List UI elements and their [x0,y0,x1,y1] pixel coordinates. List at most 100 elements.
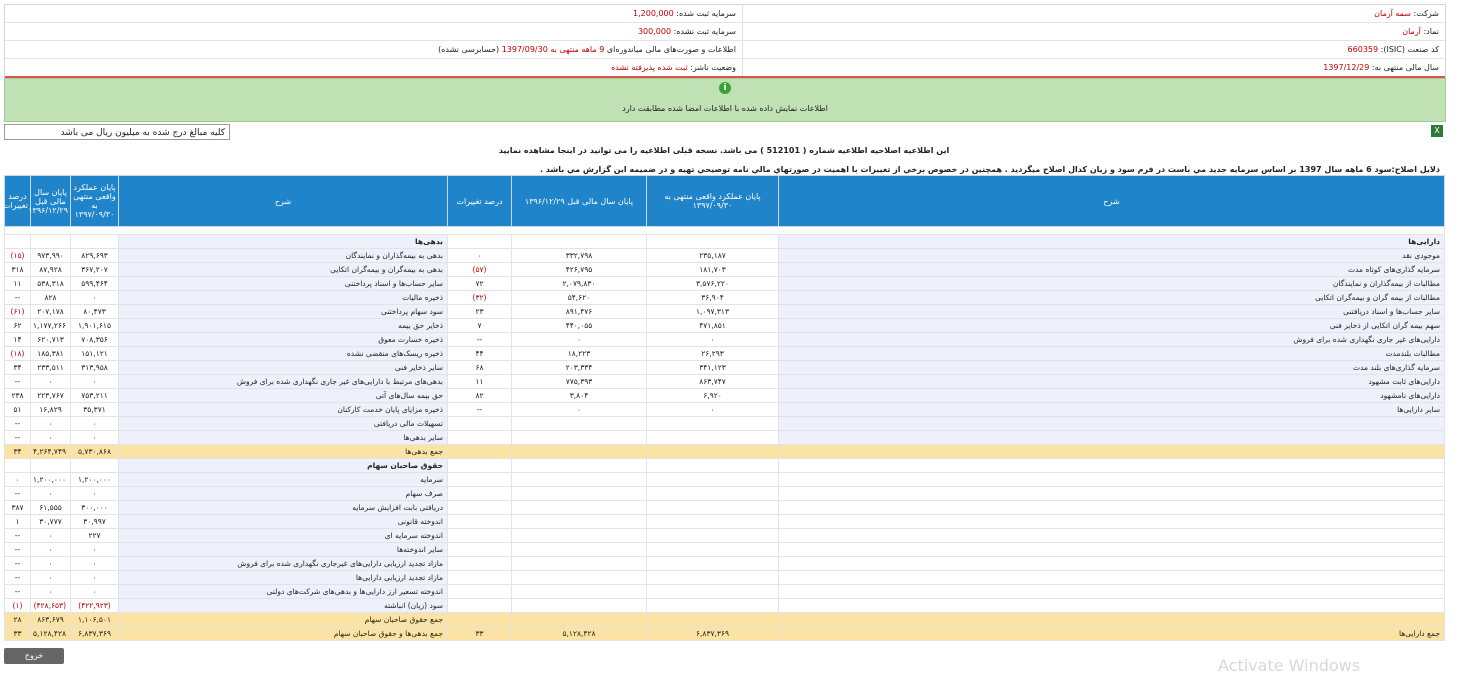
statement-suffix: (حسابرسی نشده) [438,45,500,54]
asset-label [778,528,1445,543]
table-row: سایر اندوخته‌ها ۰ ۰ -- [4,542,1445,557]
liability-current: ۳۰,۹۹۷ [70,514,119,529]
liability-label: صرف سهام [118,486,448,501]
exit-button[interactable]: خروج [4,648,64,664]
table-row: مطالبات بلندمدت ۲۶,۲۹۳ ۱۸,۲۲۳ ۴۴ ذخیره ریسک‌… [4,346,1445,361]
table-row: سرمایه گذاری‌های بلند مدت ۳۴۱,۱۲۳ ۲۰۳,۳۳۴ ۶… [4,360,1445,375]
asset-label: سایر حساب‌ها و اسناد دریافتنی [778,304,1445,319]
asset-label [778,514,1445,529]
liability-change: ۳۴ [4,444,31,459]
liability-label: اندوخته قانونی [118,514,448,529]
asset-change [447,416,512,431]
liability-label: سود سهام پرداختنی [118,304,448,319]
liability-previous: ۱۶,۸۲۹ [30,402,71,417]
info-icon: i [719,82,731,94]
asset-change: ۷۲ [447,276,512,291]
publisher-value: ثبت شده پذیرفته نشده [611,63,688,72]
table-row: مازاد تجدید ارزیابی دارایی‌ها ۰ ۰ -- [4,570,1445,585]
asset-previous [511,500,647,515]
table-row: جمع بدهی‌ها ۵,۷۳۰,۸۶۸ ۴,۲۶۴,۷۴۹ ۳۴ [4,444,1445,459]
liability-change: ۳۱۸ [4,262,31,277]
liability-previous: ۰ [30,542,71,557]
asset-change [447,612,512,627]
excel-export-icon[interactable]: X [1431,125,1443,137]
liability-label: ذخیره خسارت معوق [118,332,448,347]
liability-current: ۰ [70,584,119,599]
asset-change [447,570,512,585]
asset-label [778,458,1445,473]
liability-change: ۲۳۸ [4,388,31,403]
asset-previous: ۸۹۱,۴۷۶ [511,304,647,319]
liability-previous: ۳۰,۷۷۷ [30,514,71,529]
liability-label: بدهی‌های مرتبط با دارایی‌های غیر جاری نگ… [118,374,448,389]
asset-label: مطالبات بلندمدت [778,346,1445,361]
liability-current [70,234,119,249]
fiscal-year-label: سال مالی منتهی به: [1371,63,1439,72]
liability-change: -- [4,290,31,305]
liability-label: ذخیره مزایای پایان خدمت کارکنان [118,402,448,417]
table-row: سایر دارایی‌ها ۰ ۰ -- ذخیره مزایای پایان خدم… [4,402,1445,417]
capital-unregistered-value: 300,000 [637,27,672,36]
liability-label: بدهی‌ها [118,234,448,249]
liability-label: تسهیلات مالی دریافتی [118,416,448,431]
asset-previous: ۵,۱۲۸,۴۲۸ [511,626,647,641]
liability-previous: ۸۶۳,۶۷۹ [30,612,71,627]
liability-current: ۰ [70,416,119,431]
isic-value: 660359 [1347,45,1379,54]
liability-current: ۱۵۱,۱۲۱ [70,346,119,361]
asset-label [778,612,1445,627]
liability-change [4,234,31,249]
liability-current: ۶,۸۳۷,۳۶۹ [70,626,119,641]
liability-current: ۱,۲۰۰,۰۰۰ [70,472,119,487]
asset-previous: ۵۴,۶۲۰ [511,290,647,305]
correction-notice[interactable]: این اطلاعیه اصلاحیه اطلاعیه شماره ( 5121… [4,146,1444,155]
liability-current: ۱,۹۰۱,۶۱۵ [70,318,119,333]
table-row: مطالبات از بیمه گران و بیمه‌گران اتکایی ۳… [4,290,1445,305]
table-row: موجودی نقد ۲۳۵,۱۸۷ ۳۳۲,۷۹۸ ۰ بدهی به بیمه‌گذ… [4,248,1445,263]
liability-change: ۶۲ [4,318,31,333]
asset-label [778,500,1445,515]
asset-previous [511,528,647,543]
asset-label: دارایی‌های غیر جاری نگهداری شده برای فرو… [778,332,1445,347]
asset-previous [511,612,647,627]
liability-change: -- [4,486,31,501]
liability-label: ذخیره ریسک‌های منقضی نشده [118,346,448,361]
asset-current [646,598,779,613]
asset-label [778,430,1445,445]
liability-previous: ۰ [30,430,71,445]
liability-current: ۵,۷۳۰,۸۶۸ [70,444,119,459]
asset-change: -- [447,332,512,347]
table-row: جمع دارایی‌ها ۶,۸۳۷,۳۶۹ ۵,۱۲۸,۴۲۸ ۳۳ جمع بده… [4,626,1445,641]
table-row: دارایی‌های نامشهود ۶,۹۲۰ ۳,۸۰۴ ۸۲ حق بیمه سا… [4,388,1445,403]
liability-current: ۸۰,۴۷۳ [70,304,119,319]
liability-previous: ۲۰۷,۱۷۸ [30,304,71,319]
asset-current [646,514,779,529]
liability-current: ۳۵,۳۷۱ [70,402,119,417]
asset-previous [511,598,647,613]
liability-previous: ۰ [30,486,71,501]
table-row: سرمایه گذاری‌های کوتاه مدت ۱۸۱,۷۰۳ ۴۲۶,۷۹۵… [4,262,1445,277]
asset-label [778,556,1445,571]
asset-current: ۰ [646,402,779,417]
table-row: سود (زیان) انباشته (۴۲۲,۹۲۳) (۴۲۸,۶۵۳) (۱) [4,598,1445,613]
balance-sheet-table: شرح پایان عملکرد واقعی منتهی به ۱۳۹۷/۰۹/… [3,175,1445,641]
header-current-assets: پایان عملکرد واقعی منتهی به ۱۳۹۷/۰۹/۳۰ [646,175,779,227]
asset-change: ۴۴ [447,346,512,361]
liability-previous [30,458,71,473]
asset-change [447,486,512,501]
statement-prefix: اطلاعات و صورت‌های مالی میاندوره‌ای [606,45,736,54]
liability-change: ۰ [4,472,31,487]
asset-previous: ۲,۰۷۹,۸۳۰ [511,276,647,291]
liability-label: دریافتی بابت افزایش سرمایه [118,500,448,515]
table-row: اندوخته سرمایه ای ۲۲۷ ۰ -- [4,528,1445,543]
company-value[interactable]: سمه آرمان [1374,9,1411,18]
windows-watermark: Activate Windows [1218,656,1361,675]
symbol-value[interactable]: آرمان [1402,27,1421,36]
header-previous-assets: پایان سال مالی قبل ۱۳۹۶/۱۲/۲۹ [511,175,647,227]
liability-label: مازاد تجدید ارزیابی دارایی‌های غیرجاری ن… [118,556,448,571]
liability-previous: (۴۲۸,۶۵۳) [30,598,71,613]
asset-change: ۲۳ [447,304,512,319]
asset-current: ۴۷۱,۸۵۱ [646,318,779,333]
asset-previous: ۰ [511,332,647,347]
liability-change: -- [4,430,31,445]
